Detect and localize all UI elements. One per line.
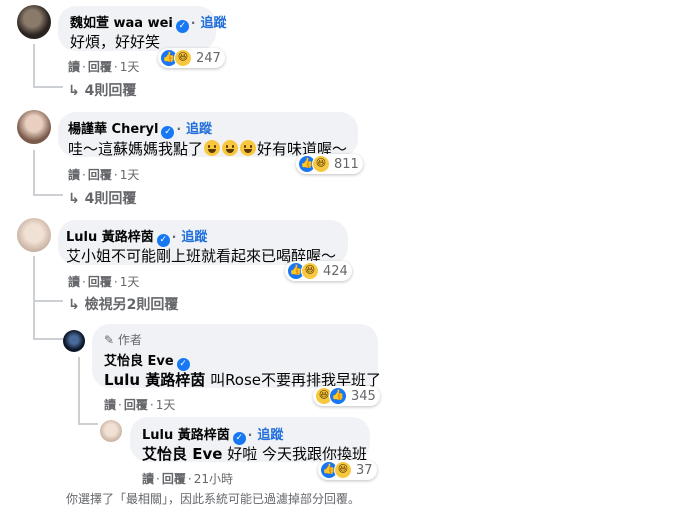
reply-button[interactable]: 回覆 [88, 275, 112, 289]
reply-author[interactable]: Lulu 黃路梓茵 ✓ · 追蹤 [142, 424, 283, 445]
timestamp[interactable]: 1天 [120, 275, 140, 289]
view-replies-link[interactable]: ↳ 4則回覆 [68, 188, 136, 208]
reaction-summary[interactable]: 👍 😆 37 [318, 460, 377, 480]
timestamp[interactable]: 21小時 [194, 472, 233, 486]
reaction-count: 424 [323, 263, 348, 279]
reaction-count: 345 [351, 388, 376, 404]
timestamp[interactable]: 1天 [156, 398, 176, 412]
thread-line [33, 150, 35, 196]
mention-link[interactable]: Lulu 黃路梓茵 [104, 371, 205, 389]
author-name[interactable]: 艾怡良 Eve [104, 354, 174, 369]
reply-button[interactable]: 回覆 [162, 472, 186, 486]
reply-button[interactable]: 回覆 [88, 168, 112, 182]
thread-line [33, 338, 63, 340]
timestamp[interactable]: 1天 [120, 60, 140, 74]
follow-button[interactable]: 追蹤 [181, 230, 207, 245]
author-name[interactable]: Lulu 黃路梓茵 [66, 230, 154, 245]
like-reaction-icon: 👍 [329, 387, 347, 405]
reaction-count: 247 [196, 50, 221, 66]
haha-reaction-icon: 😆 [312, 155, 330, 173]
avatar[interactable] [100, 420, 122, 442]
grin-emoji-icon [204, 140, 221, 156]
view-more-replies-link[interactable]: ↳ 檢視另2則回覆 [68, 294, 178, 314]
mention-link[interactable]: 艾怡良 Eve [142, 445, 222, 463]
comment-author[interactable]: Lulu 黃路梓茵 ✓ · 追蹤 [66, 226, 207, 247]
read-button[interactable]: 讀 [68, 60, 80, 74]
reply-actions: 讀 · 回覆 · 1天 [104, 398, 176, 412]
reaction-summary[interactable]: 😆 👍 345 [313, 386, 380, 406]
verified-icon: ✓ [175, 20, 189, 33]
reply-actions: 讀 · 回覆 · 21小時 [142, 472, 233, 486]
reaction-count: 811 [334, 156, 359, 172]
avatar[interactable] [17, 5, 51, 39]
grin-emoji-icon [222, 140, 239, 156]
comment-actions: 讀 · 回覆 · 1天 [68, 275, 140, 289]
read-button[interactable]: 讀 [142, 472, 154, 486]
reaction-summary[interactable]: 👍 😆 424 [285, 261, 352, 281]
haha-reaction-icon: 😆 [334, 461, 352, 479]
follow-button[interactable]: 追蹤 [200, 16, 226, 31]
reply-arrow-icon: ↳ [68, 83, 80, 99]
author-name[interactable]: 楊謹華 Cheryl [68, 122, 158, 137]
reply-arrow-icon: ↳ [68, 297, 80, 313]
reply-button[interactable]: 回覆 [124, 398, 148, 412]
reply-arrow-icon: ↳ [68, 191, 80, 207]
read-button[interactable]: 讀 [68, 275, 80, 289]
comment-actions: 讀 · 回覆 · 1天 [68, 60, 140, 74]
reaction-summary[interactable]: 👍 😆 811 [296, 154, 363, 174]
haha-reaction-icon: 😆 [301, 262, 319, 280]
thread-line [33, 300, 63, 302]
thread-line [33, 44, 35, 88]
view-replies-link[interactable]: ↳ 4則回覆 [68, 80, 136, 100]
thread-line [78, 357, 80, 425]
reaction-summary[interactable]: 👍 😆 247 [158, 48, 225, 68]
reply-author[interactable]: 艾怡良 Eve ✓ [104, 350, 190, 371]
comment-text: 好煩，好好笑 [70, 33, 161, 51]
pencil-icon: ✎ [104, 333, 115, 347]
reply-button[interactable]: 回覆 [88, 60, 112, 74]
comment-author[interactable]: 楊謹華 Cheryl ✓ · 追蹤 [68, 118, 212, 139]
comment-author[interactable]: 魏如萱 waa wei ✓ · 追蹤 [70, 12, 226, 33]
reaction-count: 37 [356, 462, 373, 478]
author-name[interactable]: 魏如萱 waa wei [70, 16, 173, 31]
thread-line [33, 86, 63, 88]
follow-button[interactable]: 追蹤 [186, 122, 212, 137]
comment-actions: 讀 · 回覆 · 1天 [68, 168, 140, 182]
timestamp[interactable]: 1天 [120, 168, 140, 182]
thread-line [33, 256, 35, 340]
avatar[interactable] [17, 110, 51, 144]
read-button[interactable]: 讀 [68, 168, 80, 182]
author-name[interactable]: Lulu 黃路梓茵 [142, 428, 230, 443]
author-badge: ✎ 作者 [104, 333, 142, 347]
read-button[interactable]: 讀 [104, 398, 116, 412]
haha-reaction-icon: 😆 [174, 49, 192, 67]
avatar[interactable] [17, 218, 51, 252]
thread-line [33, 194, 63, 196]
follow-button[interactable]: 追蹤 [257, 428, 283, 443]
grin-emoji-icon [240, 140, 257, 156]
thread-line [78, 423, 98, 425]
filter-notice: 你選擇了「最相關」，因此系統可能已過濾掉部分回覆。 [66, 492, 361, 506]
avatar[interactable] [63, 330, 85, 352]
